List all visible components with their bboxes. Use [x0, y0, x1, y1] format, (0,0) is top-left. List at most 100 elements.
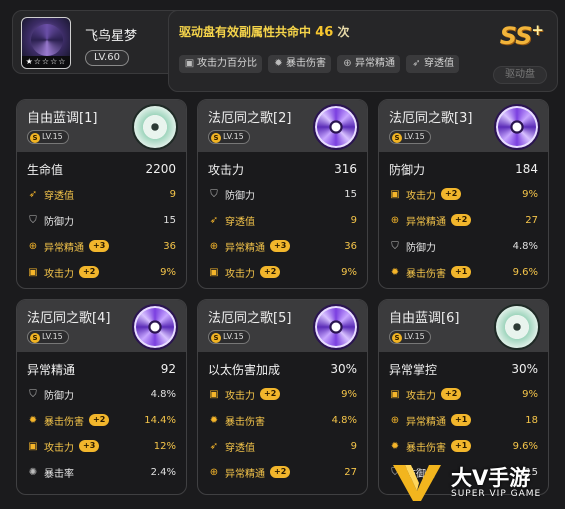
- sub-stat-list: ⛉ 防御力 15 ➶ 穿透值 9 ⊕ 异常精通 +3 36 ▣ 攻击力 +2 9%: [198, 181, 367, 285]
- rank-grade: SS+: [500, 21, 544, 50]
- drive-disc-button[interactable]: 驱动盘: [493, 66, 547, 84]
- watermark-tagline: SUPER VIP GAME: [451, 489, 542, 499]
- sub-stat-label-group: ⊕ 异常精通 +3: [208, 239, 291, 254]
- crit-damage-icon: ✹: [274, 58, 283, 69]
- sub-stat-row: ▣ 攻击力 +2 9%: [389, 381, 538, 407]
- sub-stat-value: 9.6%: [512, 440, 538, 452]
- sub-stat-label: 攻击力: [44, 442, 74, 454]
- disc-card[interactable]: 法厄同之歌[3] S LV.15 防御力 184 ▣ 攻击力 +2 9% ⊕ 异常精通 +2 27 ⛉ 防御…: [378, 99, 549, 289]
- disc-level-badge: S LV.15: [389, 130, 431, 144]
- rank-stars: ★☆☆☆☆: [22, 56, 70, 68]
- disc-name: 法厄同之歌[2]: [208, 111, 292, 126]
- sub-stat-row: ➶ 穿透值 9: [208, 207, 357, 233]
- disc-level-badge: S LV.15: [208, 330, 250, 344]
- fist-icon: ▣: [390, 188, 400, 200]
- disc-card[interactable]: 法厄同之歌[5] S LV.15 以太伤害加成 30% ▣ 攻击力 +2 9% ✹ 暴击伤害 4.8%…: [197, 299, 368, 495]
- sub-stat-label: 防御力: [406, 242, 436, 254]
- sub-stat-label: 异常精通: [44, 242, 84, 254]
- sub-stat-row: ⛉ 防御力 15: [27, 207, 176, 233]
- main-stat: 防御力 184: [379, 157, 548, 181]
- sub-stat-row: ✹ 暴击伤害 4.8%: [208, 407, 357, 433]
- sub-stat-row: ⊕ 异常精通 +2 27: [389, 207, 538, 233]
- stat-tag: ⊕ 异常精通: [337, 55, 400, 73]
- disc-level-badge: S LV.15: [27, 330, 69, 344]
- disc-level-badge: S LV.15: [389, 330, 431, 344]
- stat-tag: ➶ 穿透值: [406, 55, 459, 73]
- main-stat-label: 生命值: [27, 162, 64, 177]
- sub-stat-row: ▣ 攻击力 +2 9%: [208, 259, 357, 285]
- pen-icon: ➶: [28, 188, 38, 200]
- roll-count-badge: +1: [451, 440, 472, 452]
- sub-stat-label-group: ✹ 暴击伤害 +2: [27, 413, 110, 428]
- sub-stat-row: ▣ 攻击力 +3 12%: [27, 433, 176, 459]
- agent-card[interactable]: ★☆☆☆☆ 飞鸟星梦 LV.60: [12, 10, 188, 74]
- disc-card[interactable]: 自由蓝调[1] S LV.15 生命值 2200 ➶ 穿透值 9 ⛉ 防御力 15 ⊕ 异常精通 +3 36…: [16, 99, 187, 289]
- disc-card-header: 法厄同之歌[5] S LV.15: [198, 300, 367, 352]
- sub-stat-row: ➶ 穿透值 9: [27, 181, 176, 207]
- disc-name: 法厄同之歌[3]: [389, 111, 473, 126]
- anomaly-icon: ⊕: [28, 240, 38, 252]
- main-stat-value: 184: [515, 162, 538, 176]
- stat-tag: ✹ 暴击伤害: [268, 55, 331, 73]
- sub-stat-row: ⛉ 防御力 4.8%: [389, 233, 538, 259]
- disc-card[interactable]: 法厄同之歌[4] S LV.15 异常精通 92 ⛉ 防御力 4.8% ✹ 暴击伤害 +2 14.4%…: [16, 299, 187, 495]
- crit-icon: ✹: [209, 414, 219, 426]
- rank-grade-plus: +: [531, 21, 544, 39]
- disc-name: 法厄同之歌[5]: [208, 311, 292, 326]
- main-stat-value: 30%: [330, 362, 357, 376]
- watermark-logo: 大V手游 SUPER VIP GAME: [391, 459, 559, 505]
- summary-title: 驱动盘有效副属性共命中 46 次: [179, 23, 350, 40]
- sub-stat-value: 9%: [341, 266, 357, 278]
- sub-stat-label: 暴击伤害: [44, 416, 84, 428]
- disc-name: 自由蓝调[6]: [389, 311, 460, 326]
- anomaly-icon: ⊕: [209, 466, 219, 478]
- disc-card-header: 法厄同之歌[4] S LV.15: [17, 300, 186, 352]
- main-stat: 异常掌控 30%: [379, 357, 548, 381]
- s-rank-icon: S: [30, 133, 40, 143]
- main-stat: 生命值 2200: [17, 157, 186, 181]
- sub-stat-value: 9: [350, 440, 357, 452]
- sub-stat-row: ⊕ 异常精通 +1 18: [389, 407, 538, 433]
- sub-stat-value: 9: [350, 214, 357, 226]
- sub-stat-value: 9%: [341, 388, 357, 400]
- main-stat-label: 异常精通: [27, 362, 76, 377]
- sub-stat-label-group: ✹ 暴击伤害 +1: [389, 265, 472, 280]
- sub-stat-label-group: ⊕ 异常精通 +3: [27, 239, 110, 254]
- disc-card[interactable]: 法厄同之歌[2] S LV.15 攻击力 316 ⛉ 防御力 15 ➶ 穿透值 9 ⊕ 异常精通 +3 36…: [197, 99, 368, 289]
- sub-stat-label-group: ▣ 攻击力 +2: [208, 265, 281, 280]
- sub-stat-label: 穿透值: [225, 216, 255, 228]
- main-stat-label: 攻击力: [208, 162, 245, 177]
- hit-count-unit: 次: [337, 25, 350, 39]
- sub-stat-label: 异常精通: [225, 242, 265, 254]
- stat-tag-label: 穿透值: [424, 58, 454, 69]
- roll-count-badge: +1: [451, 266, 472, 278]
- roll-count-badge: +3: [89, 240, 110, 252]
- sub-stat-row: ⊕ 异常精通 +3 36: [27, 233, 176, 259]
- sub-stat-list: ⛉ 防御力 4.8% ✹ 暴击伤害 +2 14.4% ▣ 攻击力 +3 12% ✺ 暴击率 2.4%: [17, 381, 186, 485]
- sub-stat-label: 穿透值: [44, 190, 74, 202]
- sub-stat-row: ➶ 穿透值 9: [208, 433, 357, 459]
- sub-stat-value: 36: [163, 240, 176, 252]
- pen-icon: ➶: [209, 440, 219, 452]
- sub-stat-value: 4.8%: [331, 414, 357, 426]
- sub-stat-label: 攻击力: [225, 268, 255, 280]
- sub-stat-label: 防御力: [225, 190, 255, 202]
- phaethon-song-disc-icon: [313, 304, 359, 350]
- agent-portrait: ★☆☆☆☆: [21, 17, 71, 69]
- sub-stat-label: 异常精通: [406, 416, 446, 428]
- summary-title-prefix: 驱动盘有效副属性共命中: [179, 25, 312, 39]
- pen-icon: ➶: [209, 214, 219, 226]
- phaethon-song-disc-icon: [132, 304, 178, 350]
- sub-stat-row: ✹ 暴击伤害 +1 9.6%: [389, 259, 538, 285]
- sub-stat-label-group: ▣ 攻击力 +2: [208, 387, 281, 402]
- sub-stat-row: ▣ 攻击力 +2 9%: [389, 181, 538, 207]
- main-stat-value: 30%: [511, 362, 538, 376]
- pen-ratio-icon: ➶: [412, 58, 421, 69]
- sub-stat-value: 18: [525, 414, 538, 426]
- hit-count: 46: [315, 25, 334, 40]
- phaethon-song-disc-icon: [494, 104, 540, 150]
- s-rank-icon: S: [30, 333, 40, 343]
- sub-stat-value: 9.6%: [512, 266, 538, 278]
- crit-icon: ✹: [390, 266, 400, 278]
- effective-stat-tags: ▣ 攻击力百分比 ✹ 暴击伤害 ⊕ 异常精通 ➶ 穿透值: [179, 55, 459, 73]
